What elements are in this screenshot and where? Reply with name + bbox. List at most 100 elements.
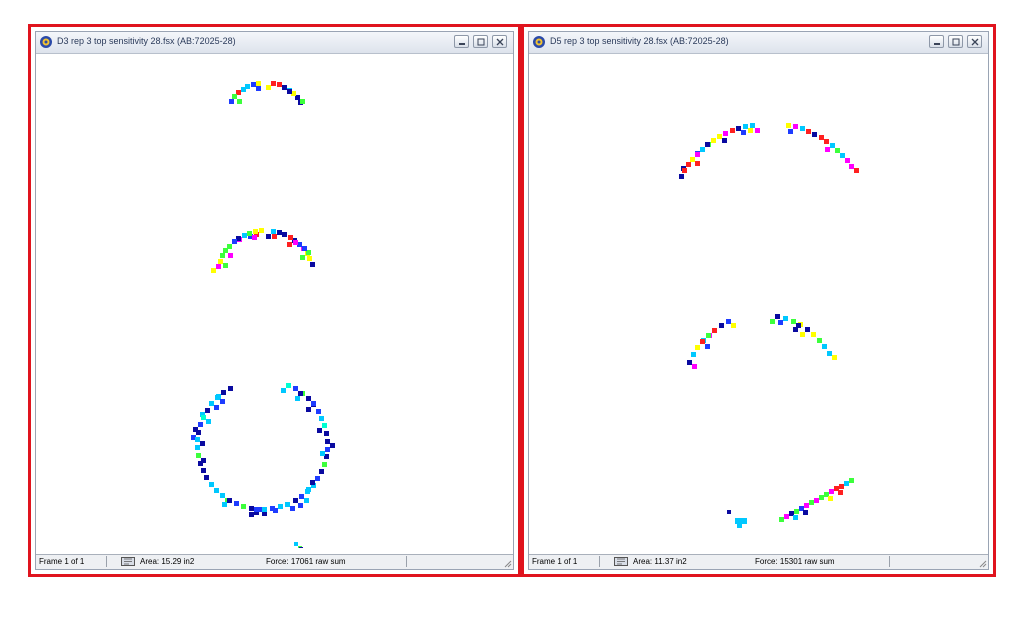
window-title: D5 rep 3 top sensitivity 28.fsx (AB:7202… — [550, 36, 729, 46]
sensor-cell — [234, 501, 239, 506]
sensor-cell — [198, 422, 203, 427]
minimize-button[interactable] — [929, 35, 944, 48]
sensor-cell — [287, 242, 292, 247]
sensor-cell — [845, 158, 850, 163]
status-separator — [106, 556, 107, 567]
sensor-cell — [223, 248, 228, 253]
force-readout: Force: 15301 raw sum — [755, 557, 835, 566]
sensor-cell — [282, 232, 287, 237]
maximize-button[interactable] — [473, 35, 488, 48]
sensor-cell — [232, 94, 237, 99]
sensor-cell — [227, 498, 232, 503]
sensor-cell — [298, 391, 303, 396]
sensor-cell — [306, 396, 311, 401]
sensor-cell — [844, 481, 849, 486]
title-bar[interactable]: D5 rep 3 top sensitivity 28.fsx (AB:7202… — [529, 32, 988, 54]
sensor-cell — [277, 230, 282, 235]
sensor-cell — [214, 405, 219, 410]
sensor-cell — [221, 390, 226, 395]
sensor-cell — [322, 462, 327, 467]
sensor-cell — [286, 383, 291, 388]
sensor-cell — [806, 129, 811, 134]
sensor-cell — [854, 168, 859, 173]
sensor-cell — [822, 344, 827, 349]
sensor-cell — [324, 431, 329, 436]
resize-grip-icon[interactable] — [977, 558, 987, 568]
close-icon — [971, 38, 979, 46]
sensor-cell — [271, 81, 276, 86]
status-bar: Frame 1 of 1 Area: 15.29 in2 Force: 1706… — [36, 554, 513, 569]
close-button[interactable] — [492, 35, 507, 48]
sensor-cell — [204, 475, 209, 480]
sensor-cell — [198, 461, 203, 466]
sensor-cell — [241, 87, 246, 92]
status-separator — [406, 556, 407, 567]
sensor-cell — [811, 332, 816, 337]
map-icon — [121, 557, 135, 566]
sensor-cell — [711, 138, 716, 143]
minimize-icon — [459, 43, 465, 45]
status-separator — [599, 556, 600, 567]
sensor-cell — [266, 234, 271, 239]
sensor-cell — [252, 235, 257, 240]
sensor-cell — [249, 506, 254, 511]
sensor-cell — [300, 99, 305, 104]
sensor-cell — [829, 489, 834, 494]
pressure-map-window-left[interactable]: D3 rep 3 top sensitivity 28.fsx (AB:7202… — [35, 31, 514, 570]
sensor-cell — [228, 253, 233, 258]
sensor-cell — [748, 128, 753, 133]
sensor-cell — [325, 447, 330, 452]
sensor-cell — [812, 132, 817, 137]
sensor-cell — [201, 415, 206, 420]
sensor-cell — [775, 314, 780, 319]
sensor-cell — [737, 523, 742, 528]
sensor-cell — [705, 142, 710, 147]
sensor-cell — [209, 401, 214, 406]
sensor-cell — [690, 157, 695, 162]
resize-grip-icon[interactable] — [502, 558, 512, 568]
sensor-cell — [282, 85, 287, 90]
sensor-cell — [712, 328, 717, 333]
sensor-cell — [273, 508, 278, 513]
frame-counter: Frame 1 of 1 — [39, 557, 85, 566]
sensor-cell — [800, 332, 805, 337]
sensor-cell — [293, 386, 298, 391]
sensor-cell — [717, 134, 722, 139]
sensor-cell — [298, 503, 303, 508]
pressure-map-canvas[interactable] — [529, 54, 988, 554]
sensor-cell — [295, 396, 300, 401]
map-icon — [614, 557, 628, 566]
title-bar[interactable]: D3 rep 3 top sensitivity 28.fsx (AB:7202… — [36, 32, 513, 54]
close-button[interactable] — [967, 35, 982, 48]
sensor-cell — [800, 126, 805, 131]
sensor-cell — [770, 319, 775, 324]
sensor-cell — [285, 502, 290, 507]
sensor-cell — [241, 504, 246, 509]
status-bar: Frame 1 of 1 Area: 11.37 in2 Force: 1530… — [529, 554, 988, 569]
sensor-cell — [215, 395, 220, 400]
sensor-cell — [299, 547, 303, 548]
sensor-cell — [200, 441, 205, 446]
area-readout: Area: 11.37 in2 — [633, 557, 687, 566]
sensor-cell — [803, 510, 808, 515]
sensor-cell — [817, 338, 822, 343]
minimize-button[interactable] — [454, 35, 469, 48]
sensor-cell — [727, 510, 731, 514]
sensor-cell — [281, 388, 286, 393]
sensor-cell — [214, 488, 219, 493]
sensor-cell — [256, 86, 261, 91]
sensor-cell — [322, 423, 327, 428]
sensor-cell — [695, 345, 700, 350]
sensor-cell — [196, 430, 201, 435]
sensor-cell — [819, 495, 824, 500]
sensor-cell — [783, 316, 788, 321]
sensor-cell — [237, 99, 242, 104]
sensor-cell — [825, 147, 830, 152]
pressure-map-window-right[interactable]: D5 rep 3 top sensitivity 28.fsx (AB:7202… — [528, 31, 989, 570]
sensor-cell — [211, 268, 216, 273]
sensor-cell — [827, 351, 832, 356]
sensor-cell — [743, 124, 748, 129]
sensor-cell — [254, 507, 259, 512]
maximize-button[interactable] — [948, 35, 963, 48]
pressure-map-canvas[interactable] — [36, 54, 513, 554]
